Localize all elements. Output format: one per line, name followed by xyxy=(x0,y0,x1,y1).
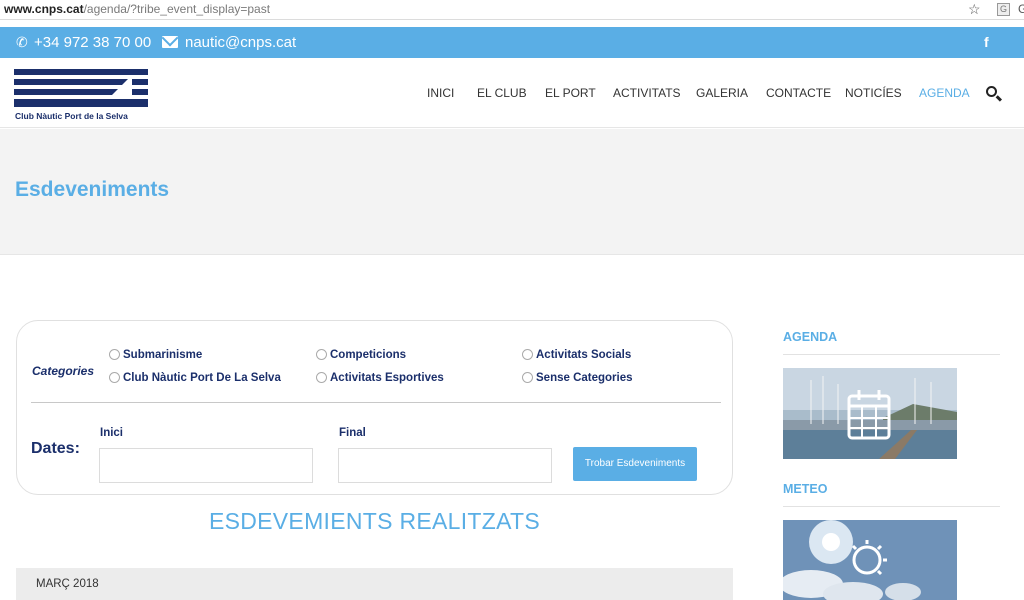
nav-item-el-club[interactable]: EL CLUB xyxy=(477,58,527,128)
facebook-icon[interactable]: f xyxy=(984,27,989,58)
nav-item-el-port[interactable]: EL PORT xyxy=(545,58,596,128)
harbour-calendar-image xyxy=(783,368,957,459)
nav-item-activitats[interactable]: ACTIVITATS xyxy=(613,58,681,128)
category-option-activitats-esportives[interactable]: Activitats Esportives xyxy=(316,372,444,384)
logo-mark xyxy=(14,69,148,107)
sky-sun-image xyxy=(783,520,957,600)
page-title: Esdeveniments xyxy=(15,178,170,201)
nav-item-galeria[interactable]: GALERIA xyxy=(696,58,748,128)
nav-item-inici[interactable]: INICI xyxy=(427,58,454,128)
email-link[interactable]: nautic@cnps.cat xyxy=(185,27,296,58)
radio-button[interactable] xyxy=(522,372,533,383)
radio-button[interactable] xyxy=(316,372,327,383)
phone-icon: ✆ xyxy=(16,34,28,50)
end-date-label: Final xyxy=(339,427,366,439)
browser-address-bar[interactable]: www.cnps.cat/agenda/?tribe_event_display… xyxy=(0,0,1024,20)
sidebar-divider xyxy=(783,506,1000,507)
end-date-input[interactable] xyxy=(338,448,552,483)
radio-button[interactable] xyxy=(316,349,327,360)
nav-item-noticies[interactable]: NOTICÍES xyxy=(845,58,902,128)
logo-text: Club Nàutic Port de la Selva xyxy=(15,111,128,121)
radio-button[interactable] xyxy=(109,349,120,360)
sidebar-agenda-title: AGENDA xyxy=(783,330,838,344)
envelope-icon xyxy=(162,36,178,48)
radio-button[interactable] xyxy=(109,372,120,383)
bookmark-star-icon[interactable]: ☆ xyxy=(968,0,981,19)
category-option-sense-categories[interactable]: Sense Categories xyxy=(522,372,633,384)
event-filter-form: Categories Submarinisme Competicions Act… xyxy=(16,320,733,495)
agenda-image-link[interactable] xyxy=(783,368,957,459)
contact-bar: ✆ +34 972 38 70 00 nautic@cnps.cat f xyxy=(0,27,1024,58)
start-date-label: Inici xyxy=(100,427,124,439)
radio-button[interactable] xyxy=(522,349,533,360)
start-date-input[interactable] xyxy=(99,448,313,483)
category-option-activitats-socials[interactable]: Activitats Socials xyxy=(522,349,631,361)
extension-icon-2[interactable]: G xyxy=(1018,0,1024,19)
site-header: Club Nàutic Port de la Selva INICI EL CL… xyxy=(0,58,1024,128)
category-option-submarinisme[interactable]: Submarinisme xyxy=(109,349,202,361)
month-separator: MARÇ 2018 xyxy=(16,568,733,600)
search-icon[interactable] xyxy=(986,86,997,97)
categories-label: Categories xyxy=(32,364,95,378)
meteo-image-link[interactable] xyxy=(783,520,957,600)
page-title-band: Esdeveniments xyxy=(0,129,1024,255)
phone-number[interactable]: +34 972 38 70 00 xyxy=(34,27,151,58)
filter-divider xyxy=(31,402,721,403)
dates-label: Dates: xyxy=(31,440,80,457)
nav-item-contacte[interactable]: CONTACTE xyxy=(766,58,831,128)
sidebar-divider xyxy=(783,354,1000,355)
category-option-club-nautic[interactable]: Club Nàutic Port De La Selva xyxy=(109,372,281,384)
past-events-heading: ESDEVEMIENTS REALITZATS xyxy=(208,508,541,534)
url-text[interactable]: www.cnps.cat/agenda/?tribe_event_display… xyxy=(4,0,270,19)
extension-icon[interactable]: G xyxy=(997,3,1010,16)
find-events-button[interactable]: Trobar Esdeveniments xyxy=(573,447,697,481)
sidebar-meteo-title: METEO xyxy=(783,482,828,496)
nav-item-agenda[interactable]: AGENDA xyxy=(919,58,970,128)
month-label: MARÇ 2018 xyxy=(36,578,99,590)
category-option-competicions[interactable]: Competicions xyxy=(316,349,406,361)
club-logo[interactable]: Club Nàutic Port de la Selva xyxy=(14,69,150,121)
